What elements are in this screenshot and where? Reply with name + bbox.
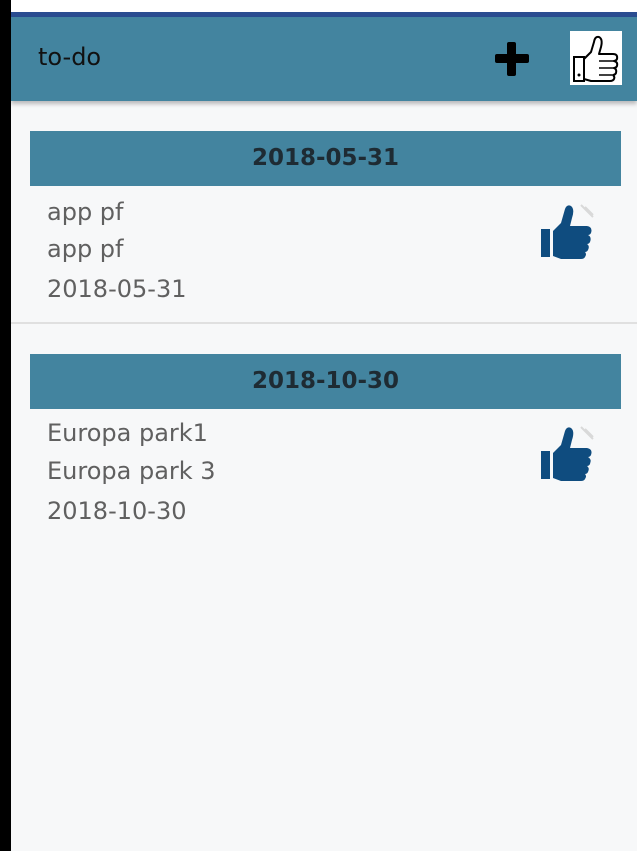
- item-date: 2018-10-30: [47, 497, 187, 525]
- item-divider: [11, 322, 637, 324]
- thumbs-up-icon[interactable]: [535, 201, 597, 263]
- thumbs-up-outline-icon[interactable]: [569, 30, 623, 86]
- thumbs-up-icon[interactable]: [535, 423, 597, 485]
- todo-list: 2018-05-31 app pf app pf 2018-05-31 2018…: [11, 101, 637, 851]
- window-edge: [0, 0, 11, 851]
- item-title: Europa park1: [47, 419, 208, 447]
- app-bar: to-do: [11, 17, 637, 101]
- item-description: app pf: [47, 235, 124, 263]
- plus-icon[interactable]: [493, 40, 531, 78]
- app-title: to-do: [38, 43, 102, 71]
- item-date: 2018-05-31: [47, 275, 187, 303]
- app-screen: to-do 2018-05-31 app pf app pf 2018-05-3…: [0, 0, 637, 851]
- item-description: Europa park 3: [47, 457, 216, 485]
- item-title: app pf: [47, 198, 124, 226]
- group-header-date: 2018-10-30: [30, 354, 621, 409]
- group-header-date: 2018-05-31: [30, 131, 621, 186]
